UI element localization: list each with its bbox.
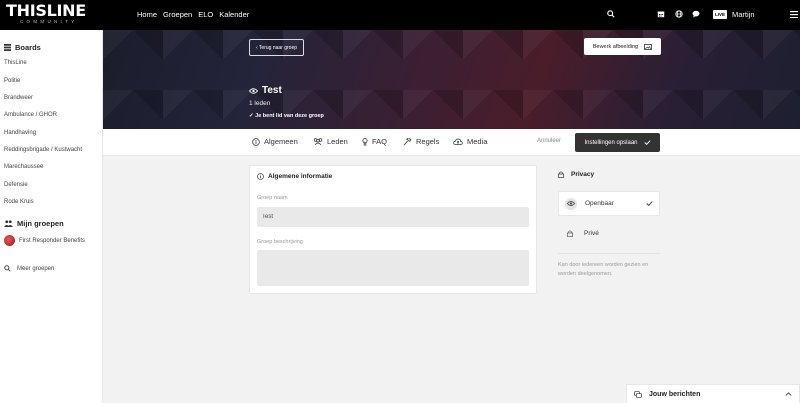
sidebar-item-thisline[interactable]: ThisLine [4,60,27,66]
sidebar-group-first-responder[interactable]: First Responder Benefits [4,235,85,246]
messages-dock[interactable]: Jouw berichten [626,384,800,403]
logo-text: THISLINE [6,1,86,20]
privacy-description: Kan door iedereen worden gezien en worde… [558,262,649,277]
nav-home[interactable]: Home [137,10,157,19]
group-name-input[interactable] [257,207,529,227]
sidebar-item-brandweer[interactable]: Brandweer [4,95,33,101]
search-icon [4,265,11,272]
group-name: First Responder Benefits [19,237,86,244]
sidebar: Boards ThisLine Politie Brandweer Ambula… [0,30,103,403]
sidebar-item-rode-kruis[interactable]: Rode Kruis [4,199,34,205]
tab-label: FAQ [372,137,388,146]
logo-subtext: COMMUNITY [20,19,78,24]
nav-groepen[interactable]: Groepen [163,10,192,19]
lock-icon [558,171,564,178]
eye-icon [565,197,577,210]
settings-tab-bar: Algemeen Leden FAQ Regels Media Annuleer… [103,129,800,156]
boards-heading: Boards [4,43,41,52]
save-settings-button[interactable]: Instellingen opslaan [575,133,660,152]
save-label: Instellingen opslaan [584,139,638,146]
tab-label: Regels [416,137,440,146]
boards-icon [4,44,11,51]
group-description-input[interactable] [257,250,529,286]
tab-label: Algemeen [264,137,298,146]
eye-icon [249,87,258,94]
back-to-group-button[interactable]: ‹ Terug naar groep [249,39,304,56]
general-info-label: Algemene informatie [268,173,333,180]
lightbulb-icon [362,137,368,146]
privacy-divider [558,253,660,254]
chevron-up-icon[interactable] [785,392,792,396]
people-icon [313,138,323,145]
group-name: Test [262,85,282,96]
privacy-option-label: Privé [584,230,599,237]
info-icon [252,137,260,146]
group-avatar [4,235,15,246]
general-info-card: Algemene informatie Groep naam Groep bes… [249,165,537,294]
groups-icon [4,220,13,227]
gavel-icon [403,137,412,146]
boards-heading-label: Boards [15,43,41,52]
selected-check-icon [646,201,653,206]
member-count: 1 leden [249,100,271,107]
more-groups-label: Meer groepen [17,265,55,272]
thisline-logo[interactable]: THISLINE COMMUNITY [6,3,86,25]
group-description-label: Groep beschrijving [257,239,303,245]
top-navigation-bar: THISLINE COMMUNITY Home Groepen ELO Kale… [0,0,800,30]
live-badge[interactable]: LIVE [713,10,727,19]
sidebar-item-ambulance-ghor[interactable]: Ambulance / GHOR [4,112,57,118]
check-icon [643,140,651,145]
sidebar-item-reddingsbrigade[interactable]: Reddingsbrigade / Kustwacht [4,147,82,153]
general-info-title: Algemene informatie [257,173,332,180]
user-name[interactable]: Martijn [732,10,755,19]
tab-regels[interactable]: Regels [403,137,439,146]
cloud-upload-icon [453,138,463,145]
privacy-option-prive[interactable]: Privé [558,221,660,246]
calendar-icon[interactable] [656,9,666,19]
privacy-option-label: Openbaar [585,200,614,207]
privacy-title: Privacy [558,171,594,178]
edit-image-button[interactable]: Bewerk afbeelding [584,38,661,55]
info-icon [257,173,264,180]
nav-elo[interactable]: ELO [198,10,213,19]
privacy-option-openbaar[interactable]: Openbaar [558,191,660,216]
hamburger-menu-icon[interactable] [789,9,799,19]
sidebar-item-handhaving[interactable]: Handhaving [4,130,36,136]
sidebar-item-marechaussee[interactable]: Marechaussee [4,164,43,170]
chat-bubble-icon[interactable] [691,9,701,19]
messages-label: Jouw berichten [649,390,701,398]
my-groups-heading: Mijn groepen [4,219,64,228]
globe-icon[interactable] [674,9,684,19]
privacy-label: Privacy [571,171,595,178]
cancel-button[interactable]: Annuleer [537,138,561,144]
image-icon [644,43,652,50]
tab-algemeen[interactable]: Algemeen [252,137,298,146]
tab-label: Leden [327,137,348,146]
tab-faq[interactable]: FAQ [362,137,387,146]
tab-leden[interactable]: Leden [313,137,348,146]
lock-icon [564,228,576,240]
main-nav: Home Groepen ELO Kalender [137,10,249,19]
my-groups-label: Mijn groepen [17,219,64,228]
tab-media[interactable]: Media [453,137,487,146]
group-title: Test [249,85,282,96]
sidebar-item-politie[interactable]: Politie [4,78,20,84]
sidebar-item-defensie[interactable]: Defensie [4,182,28,188]
membership-status: ✓ Je bent lid van deze groep [249,113,324,119]
tab-label: Media [467,137,488,146]
nav-kalender[interactable]: Kalender [219,10,249,19]
edit-image-label: Bewerk afbeelding [592,43,639,50]
chat-icon [634,390,642,398]
more-groups-link[interactable]: Meer groepen [4,265,54,272]
search-icon[interactable] [606,9,616,19]
group-banner: ‹ Terug naar groep Bewerk afbeelding Tes… [103,30,800,129]
group-name-label: Groep naam [257,195,288,201]
